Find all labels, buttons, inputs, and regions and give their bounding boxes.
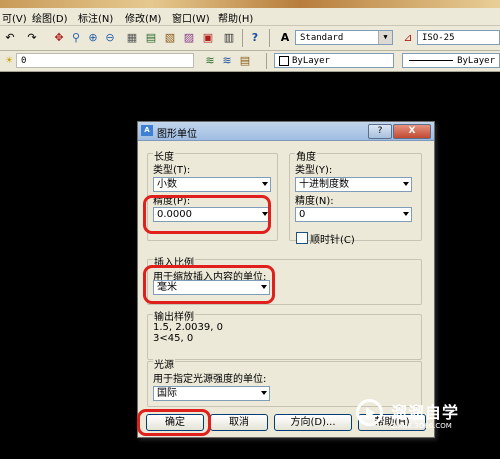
title-help-button[interactable]: ? bbox=[368, 124, 392, 139]
layers-toolbar: ☀ 0 ≋ ≋ ▤ ByLayer ByLayer bbox=[0, 51, 500, 72]
linetype-preview bbox=[409, 60, 454, 61]
lighting-units-label: 用于指定光源强度的单位: bbox=[153, 374, 267, 385]
chevron-down-icon bbox=[403, 212, 409, 216]
help-icon[interactable]: ? bbox=[248, 31, 262, 45]
sample-output-line-1: 1.5, 2.0039, 0 bbox=[153, 322, 223, 333]
angle-precision-label: 精度(N): bbox=[295, 196, 334, 207]
standard-toolbar: ↶ ↷ ✥ ⚲ ⊕ ⊖ ▦ ▤ ▧ ▨ ▣ ▥ ? A Standard ▼ ⊿… bbox=[0, 26, 500, 51]
layer-previous-icon[interactable]: ≋ bbox=[220, 54, 234, 68]
menu-view[interactable]: 可(V) bbox=[2, 10, 27, 25]
pan-icon[interactable]: ✥ bbox=[52, 31, 66, 45]
zoom-previous-icon[interactable]: ⊖ bbox=[103, 31, 117, 45]
linetype-combo[interactable]: ByLayer bbox=[402, 53, 500, 68]
toolbar-divider bbox=[269, 29, 270, 47]
layer-value: 0 bbox=[21, 56, 27, 66]
markup-icon[interactable]: ▣ bbox=[201, 31, 215, 45]
dialog-title-bar[interactable]: A 图形单位 ? X bbox=[138, 122, 434, 141]
color-value: ByLayer bbox=[292, 56, 330, 66]
dim-style-icon: ⊿ bbox=[403, 31, 413, 44]
angle-type-value: 十进制度数 bbox=[299, 179, 349, 190]
precision-highlight bbox=[143, 195, 271, 234]
toolbar-divider bbox=[266, 53, 267, 69]
sample-output-line-2: 3<45, 0 bbox=[153, 333, 194, 344]
menu-window[interactable]: 窗口(W) bbox=[172, 10, 210, 25]
menu-bar: 可(V) 绘图(D) 标注(N) 修改(M) 窗口(W) 帮助(H) bbox=[0, 8, 500, 26]
layer-iso-icon[interactable]: ▤ bbox=[238, 54, 252, 68]
lighting-group-label: 光源 bbox=[153, 356, 175, 371]
zoom-window-icon[interactable]: ⊕ bbox=[86, 31, 100, 45]
text-style-value: Standard bbox=[300, 33, 344, 43]
direction-button[interactable]: 方向(D)... bbox=[274, 414, 352, 431]
insert-units-highlight bbox=[143, 265, 275, 304]
lighting-units-select[interactable]: 国际 bbox=[153, 386, 270, 401]
color-combo[interactable]: ByLayer bbox=[274, 53, 394, 68]
play-triangle-icon bbox=[366, 407, 375, 419]
watermark-url: ZIXUE.3D66.COM bbox=[391, 422, 452, 430]
length-type-value: 小数 bbox=[157, 179, 177, 190]
menu-dimension[interactable]: 标注(N) bbox=[78, 10, 113, 25]
zoom-realtime-icon[interactable]: ⚲ bbox=[69, 31, 83, 45]
app-icon: A bbox=[141, 125, 153, 136]
redo-icon[interactable]: ↷ bbox=[25, 31, 39, 45]
dim-style-value: ISO-25 bbox=[422, 33, 455, 43]
lighting-units-value: 国际 bbox=[157, 388, 177, 399]
angle-type-label: 类型(Y): bbox=[295, 165, 333, 176]
ok-button-highlight bbox=[137, 409, 211, 436]
dialog-title: 图形单位 bbox=[157, 129, 197, 140]
design-center-icon[interactable]: ▤ bbox=[144, 31, 158, 45]
chevron-down-icon bbox=[261, 391, 267, 395]
angle-type-select[interactable]: 十进制度数 bbox=[295, 177, 412, 192]
top-image-strip bbox=[0, 0, 500, 8]
length-type-select[interactable]: 小数 bbox=[153, 177, 271, 192]
properties-icon[interactable]: ▦ bbox=[125, 31, 139, 45]
sheet-set-icon[interactable]: ▨ bbox=[182, 31, 196, 45]
linetype-value: ByLayer bbox=[457, 56, 495, 66]
layer-combo[interactable]: 0 bbox=[16, 53, 194, 68]
make-layer-current-icon[interactable]: ≋ bbox=[203, 54, 217, 68]
angle-precision-value: 0 bbox=[299, 209, 306, 220]
menu-help[interactable]: 帮助(H) bbox=[218, 10, 253, 25]
chevron-down-icon bbox=[262, 182, 268, 186]
menu-draw[interactable]: 绘图(D) bbox=[32, 10, 68, 25]
chevron-down-icon: ▼ bbox=[378, 31, 392, 44]
color-swatch bbox=[279, 55, 289, 66]
toolbar-divider bbox=[242, 29, 243, 47]
title-close-button[interactable]: X bbox=[393, 124, 431, 139]
dim-style-combo[interactable]: ISO-25 bbox=[417, 30, 500, 45]
chevron-down-icon bbox=[403, 182, 409, 186]
text-style-combo[interactable]: Standard ▼ bbox=[295, 30, 393, 45]
clockwise-label: 顺时针(C) bbox=[310, 235, 355, 246]
menu-modify[interactable]: 修改(M) bbox=[125, 10, 161, 25]
watermark-brand: 溜溜自学 bbox=[391, 403, 460, 422]
calculator-icon[interactable]: ▥ bbox=[222, 31, 236, 45]
watermark: 溜溜自学 ZIXUE.3D66.COM bbox=[353, 393, 467, 437]
cancel-button[interactable]: 取消 bbox=[210, 414, 268, 431]
sample-output-group-label: 输出样例 bbox=[153, 308, 195, 323]
text-style-icon: A bbox=[280, 31, 290, 44]
layer-state-icon: ☀ bbox=[4, 56, 14, 66]
clockwise-checkbox[interactable] bbox=[296, 232, 308, 244]
length-type-label: 类型(T): bbox=[153, 165, 191, 176]
angle-precision-select[interactable]: 0 bbox=[295, 207, 412, 222]
undo-icon[interactable]: ↶ bbox=[3, 31, 17, 45]
tool-palettes-icon[interactable]: ▧ bbox=[163, 31, 177, 45]
